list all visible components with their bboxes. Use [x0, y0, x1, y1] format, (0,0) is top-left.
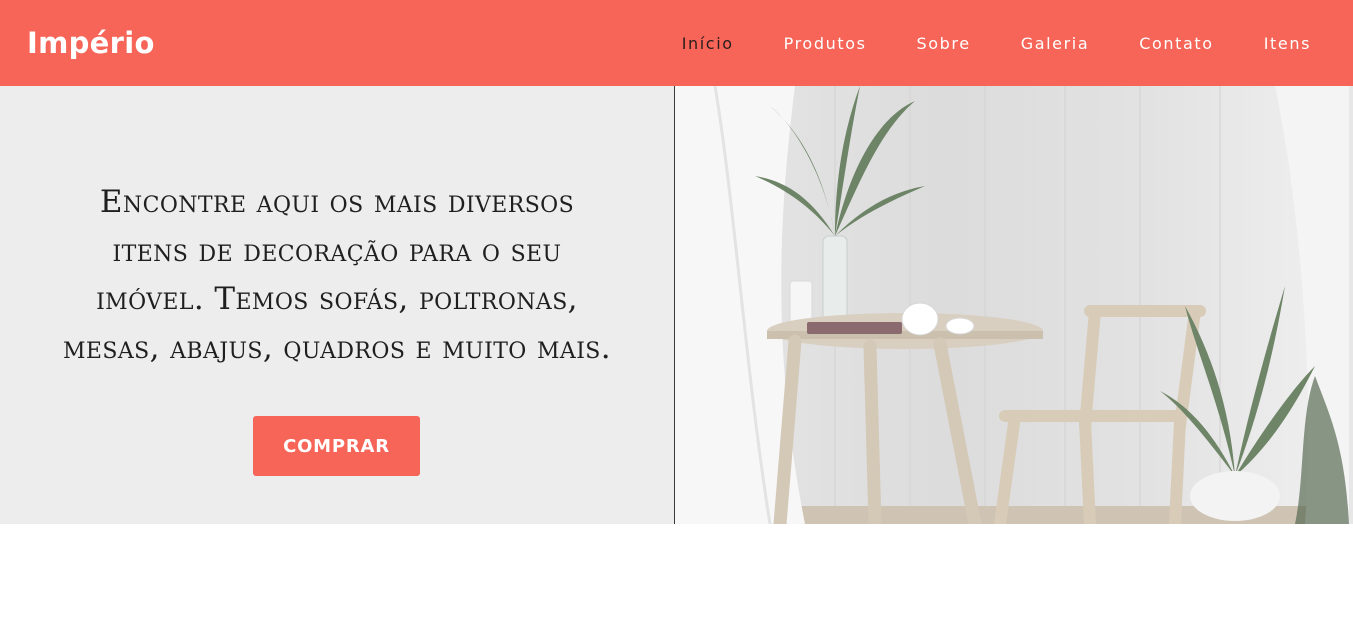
- hero-image: [675, 86, 1349, 524]
- hero-section: Encontre aqui os mais diversos itens de …: [0, 86, 1353, 524]
- hero-headline: Encontre aqui os mais diversos itens de …: [20, 178, 654, 372]
- book: [807, 322, 902, 334]
- brand-logo[interactable]: Império: [27, 26, 155, 60]
- table-legs: [773, 334, 982, 524]
- teapot: [901, 302, 939, 336]
- edge-strip: [1349, 86, 1353, 524]
- nav-link-inicio[interactable]: Início: [682, 34, 734, 53]
- nav-menu: Início Produtos Sobre Galeria Contato It…: [632, 34, 1311, 53]
- nav-link-sobre[interactable]: Sobre: [917, 34, 971, 53]
- nav-link-galeria[interactable]: Galeria: [1021, 34, 1090, 53]
- hero-line: Encontre aqui os mais diversos: [99, 184, 575, 220]
- hero-line: mesas, abajus, quadros e muito mais.: [62, 329, 612, 366]
- hero-line: itens de decoração para o seu: [112, 232, 562, 269]
- hero-line: imóvel. Temos sofás, poltronas,: [96, 281, 578, 317]
- vase: [822, 235, 848, 322]
- top-navbar: Império Início Produtos Sobre Galeria Co…: [0, 0, 1353, 86]
- hero-text-panel: Encontre aqui os mais diversos itens de …: [0, 86, 674, 524]
- interior-photo-illustration: [675, 86, 1349, 524]
- plant-pot: [1190, 471, 1280, 521]
- nav-link-contato[interactable]: Contato: [1139, 34, 1213, 53]
- nav-link-itens[interactable]: Itens: [1264, 34, 1311, 53]
- nav-link-produtos[interactable]: Produtos: [784, 34, 867, 53]
- buy-button[interactable]: COMPRAR: [253, 416, 420, 476]
- wooden-chair: [994, 305, 1206, 524]
